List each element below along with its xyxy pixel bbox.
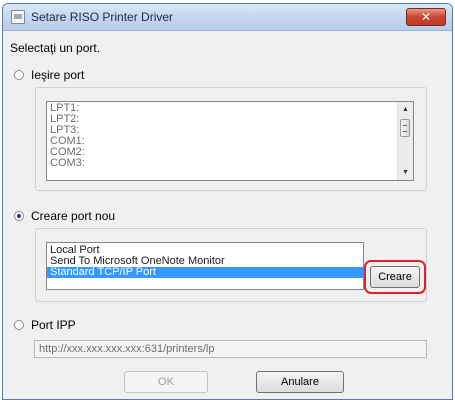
new-port-radio[interactable] (14, 211, 24, 221)
list-item[interactable]: LPT2: (47, 114, 413, 125)
list-item[interactable]: COM2: (47, 147, 413, 158)
list-item-selected[interactable]: Standard TCP/IP Port (47, 267, 363, 278)
cancel-button[interactable]: Anulare (256, 371, 344, 393)
vertical-scrollbar[interactable]: ▲ ▼ (397, 102, 413, 180)
scroll-thumb[interactable] (400, 119, 410, 137)
existing-port-option[interactable]: Ieşire port (14, 68, 84, 82)
printer-app-icon (11, 10, 25, 24)
existing-port-label: Ieşire port (31, 68, 85, 82)
list-item[interactable]: COM3: (47, 158, 413, 169)
new-port-list[interactable]: Local Port Send To Microsoft OneNote Mon… (46, 242, 364, 290)
scroll-down-icon[interactable]: ▼ (398, 165, 413, 180)
ok-button[interactable]: OK (124, 371, 208, 393)
window-title: Setare RISO Printer Driver (31, 10, 174, 24)
existing-port-list[interactable]: LPT1: LPT2: LPT3: COM1: COM2: COM3: ▲ ▼ (46, 101, 414, 181)
new-port-option[interactable]: Creare port nou (14, 209, 115, 223)
list-item[interactable]: COM1: (47, 136, 413, 147)
create-port-button[interactable]: Creare (370, 266, 420, 288)
list-item[interactable]: LPT3: (47, 125, 413, 136)
close-button[interactable]: ✕ (406, 8, 446, 26)
scroll-up-icon[interactable]: ▲ (398, 102, 413, 117)
title-bar[interactable]: Setare RISO Printer Driver ✕ (3, 4, 452, 31)
new-port-label: Creare port nou (31, 209, 116, 223)
ipp-port-option[interactable]: Port IPP (14, 318, 76, 332)
instruction-heading: Selectaţi un port. (10, 41, 101, 55)
existing-port-radio[interactable] (14, 70, 24, 80)
ipp-url-field[interactable]: http://xxx.xxx.xxx.xxx:631/printers/lp (34, 340, 427, 358)
list-item[interactable]: LPT1: (47, 103, 413, 114)
ipp-port-radio[interactable] (14, 320, 24, 330)
ipp-port-label: Port IPP (31, 318, 76, 332)
